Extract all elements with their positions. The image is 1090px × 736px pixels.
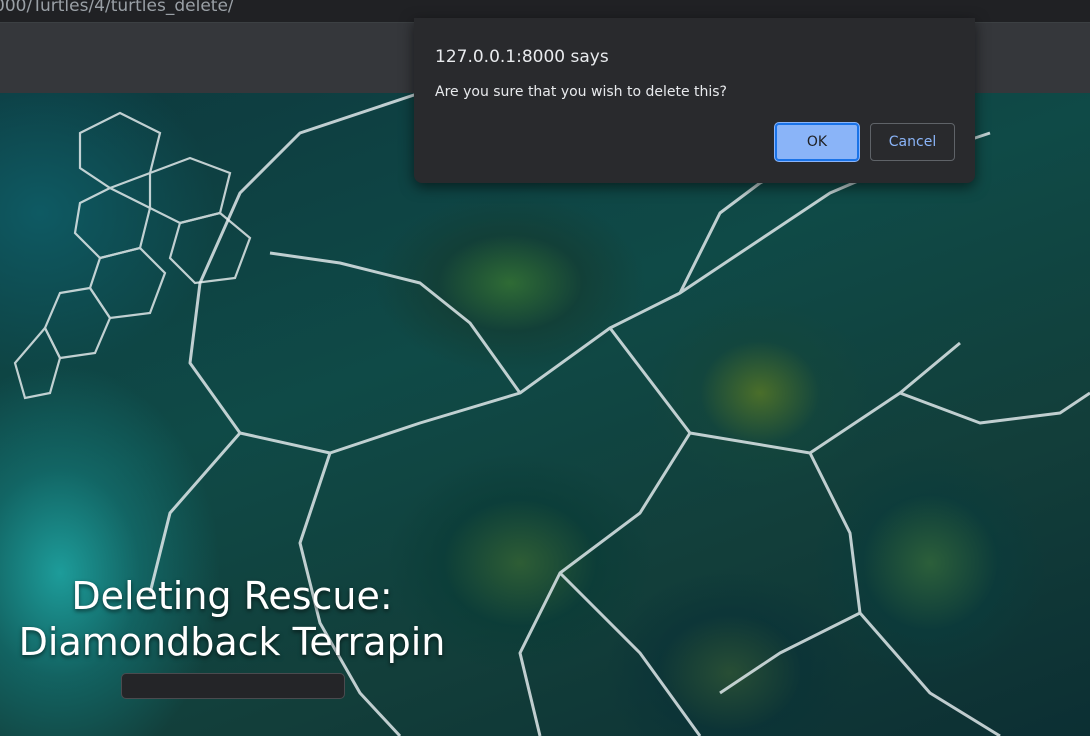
page-heading: Deleting Rescue: Diamondback Terrapin — [0, 573, 464, 665]
ok-button[interactable]: OK — [775, 123, 859, 161]
confirm-dialog: 127.0.0.1:8000 says Are you sure that yo… — [414, 18, 975, 183]
heading-line-2: Diamondback Terrapin — [18, 620, 446, 664]
hero-banner: Deleting Rescue: Diamondback Terrapin — [0, 93, 1090, 736]
heading-line-1: Deleting Rescue: — [71, 574, 393, 618]
cancel-button[interactable]: Cancel — [870, 123, 955, 161]
dialog-message: Are you sure that you wish to delete thi… — [435, 84, 727, 100]
address-url[interactable]: 000/Turtles/4/turtles_delete/ — [0, 0, 234, 16]
hero-action-bar[interactable] — [121, 673, 345, 699]
dialog-origin-title: 127.0.0.1:8000 says — [435, 47, 609, 67]
